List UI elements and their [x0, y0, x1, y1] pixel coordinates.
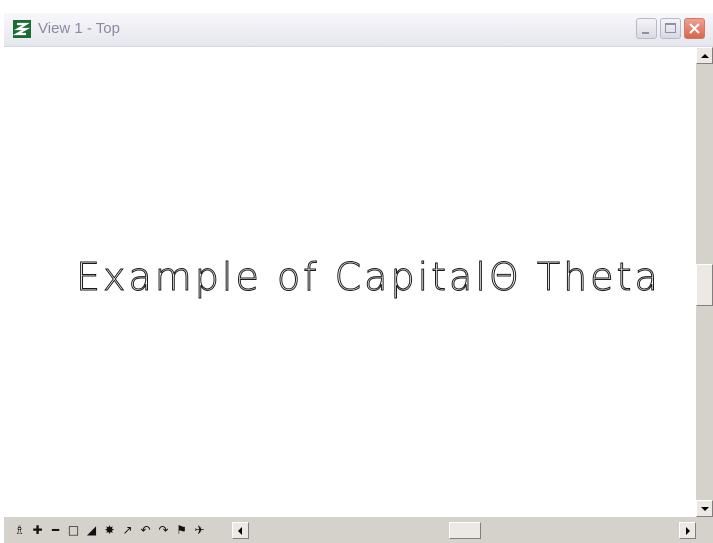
minimize-icon	[642, 32, 649, 34]
horizontal-scrollbar[interactable]	[232, 522, 696, 539]
scroll-left-button[interactable]	[232, 522, 249, 539]
scroll-down-button[interactable]	[696, 500, 713, 517]
resize-corner[interactable]	[696, 517, 713, 543]
view-previous-icon[interactable]: ↶	[138, 523, 153, 538]
zoom-out-icon[interactable]: ━	[48, 523, 63, 538]
microstation-app-icon	[12, 20, 31, 38]
update-view-icon[interactable]: ♗	[12, 523, 27, 538]
scroll-down-arrow-icon	[701, 507, 709, 511]
vertical-scrollbar[interactable]	[696, 47, 713, 517]
window-area-icon[interactable]: □	[66, 523, 81, 538]
scroll-up-arrow-icon	[701, 54, 709, 58]
drawing-canvas[interactable]: Example of CapitalΘ Theta	[4, 47, 696, 517]
scroll-left-arrow-icon	[238, 527, 242, 535]
maximize-button[interactable]	[660, 18, 681, 39]
window-title: View 1 - Top	[38, 20, 120, 37]
canvas-text-element[interactable]: Example of CapitalΘ Theta	[76, 255, 661, 300]
view-next-icon[interactable]: ↷	[156, 523, 171, 538]
rotate-view-icon[interactable]: ✸	[102, 523, 117, 538]
view-control-bar: ♗ ✚ ━ □ ◢ ✸ ↗ ↶ ↷ ⚑ ✈	[4, 517, 696, 543]
scroll-right-button[interactable]	[679, 522, 696, 539]
title-bar[interactable]: View 1 - Top	[4, 13, 713, 47]
copy-view-icon[interactable]: ⚑	[174, 523, 189, 538]
pan-view-icon[interactable]: ↗	[120, 523, 135, 538]
view-window: View 1 - Top Example of CapitalΘ Theta ♗…	[0, 0, 713, 543]
horizontal-scroll-thumb[interactable]	[449, 522, 481, 539]
fit-view-icon[interactable]: ◢	[84, 523, 99, 538]
view-tools-group: ♗ ✚ ━ □ ◢ ✸ ↗ ↶ ↷ ⚑ ✈	[12, 522, 207, 538]
close-button[interactable]	[684, 18, 705, 39]
scroll-up-button[interactable]	[696, 47, 713, 64]
vertical-scroll-thumb[interactable]	[696, 264, 713, 306]
zoom-in-icon[interactable]: ✚	[30, 523, 45, 538]
close-icon	[689, 23, 700, 34]
minimize-button[interactable]	[636, 18, 657, 39]
scroll-right-arrow-icon	[686, 527, 690, 535]
camera-icon[interactable]: ✈	[192, 523, 207, 538]
maximize-icon	[665, 23, 676, 33]
